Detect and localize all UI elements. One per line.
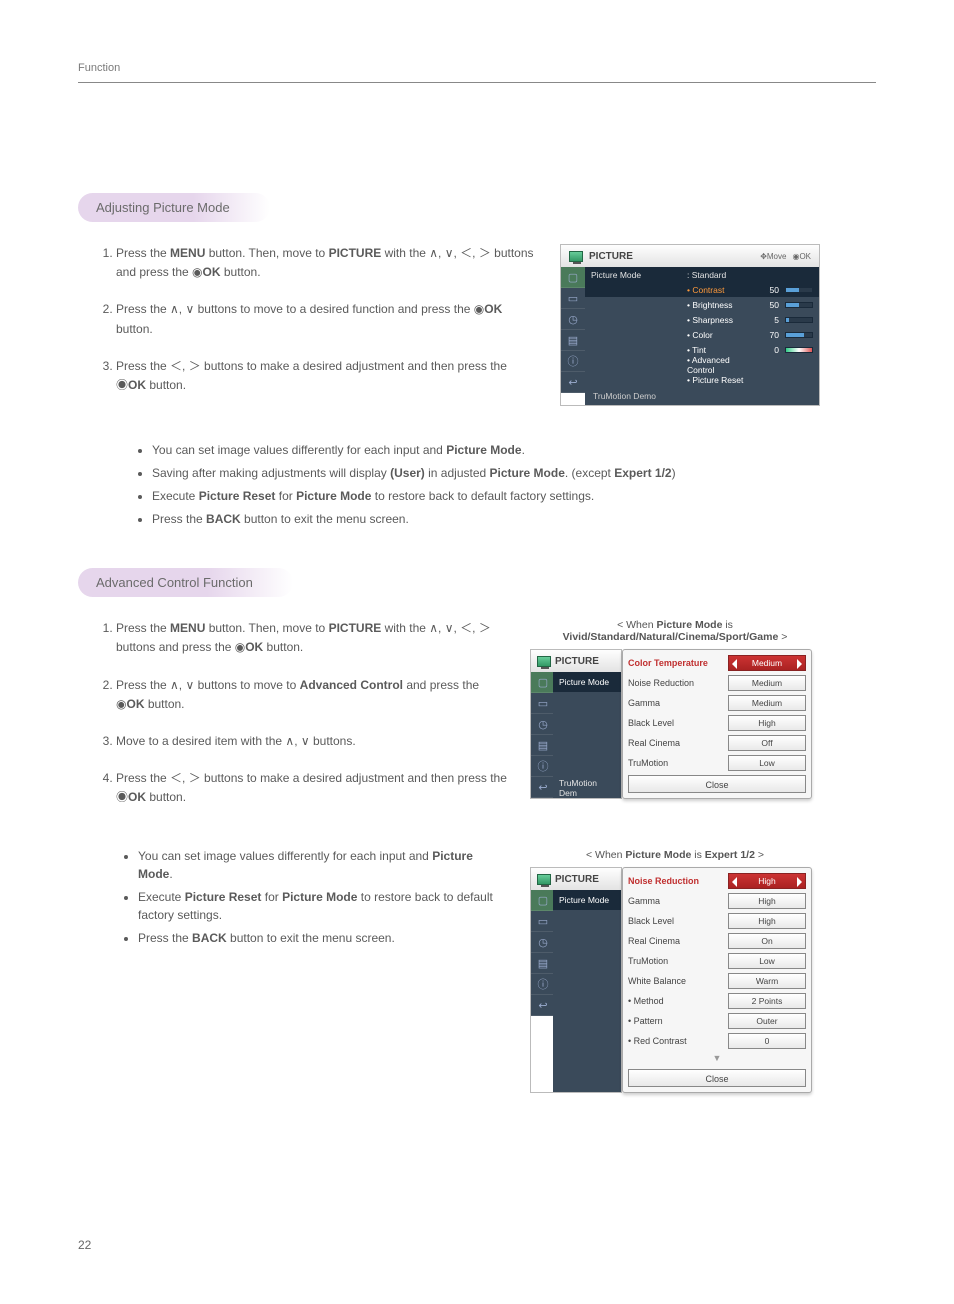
- option-tab-icon[interactable]: ▤: [531, 953, 555, 974]
- adv-option-row[interactable]: • Red Contrast0: [628, 1033, 806, 1049]
- info-tab-icon[interactable]: ⓘ: [531, 974, 555, 995]
- advanced-panel-standard: PICTURE ▢ ▭ ◷ ▤ ⓘ ↩ Picture Mode TruMoti…: [530, 649, 812, 799]
- picture-mode-row[interactable]: Picture Mode: Standard: [585, 267, 819, 282]
- section-title-adjusting: Adjusting Picture Mode: [78, 193, 270, 222]
- osd-slider-row[interactable]: • Brightness50: [585, 297, 819, 312]
- osd-hint-ok: ◉OK: [792, 252, 811, 261]
- option-tab-icon[interactable]: ▤: [561, 330, 585, 351]
- picture-tab-icon[interactable]: ▢: [561, 267, 585, 288]
- scroll-down-icon[interactable]: ▼: [628, 1053, 806, 1065]
- picture-mode-row[interactable]: Picture Mode: [553, 672, 621, 692]
- osd-titlebar: PICTURE ✥Move ◉OK: [561, 245, 819, 267]
- adv-option-row[interactable]: • Method2 Points: [628, 993, 806, 1009]
- note-item: Execute Picture Reset for Picture Mode t…: [138, 888, 508, 924]
- note-item: Press the BACK button to exit the menu s…: [138, 929, 508, 947]
- step-item: Press the MENU button. Then, move to PIC…: [116, 244, 538, 282]
- osd-text-row[interactable]: • Advanced Control: [585, 357, 819, 372]
- step-item: Press the MENU button. Then, move to PIC…: [116, 619, 508, 657]
- adv-right-panel: Color TemperatureMedium Noise ReductionMe…: [622, 649, 812, 799]
- step-item: Press the ＜, ＞ buttons to make a desired…: [116, 769, 508, 807]
- picture-mode-row[interactable]: Picture Mode: [553, 890, 621, 910]
- advanced-notes: You can set image values differently for…: [78, 847, 508, 947]
- caption-expert: < When Picture Mode is Expert 1/2 >: [530, 849, 820, 861]
- osd-slider-row[interactable]: • Sharpness5: [585, 312, 819, 327]
- advanced-panel-expert: PICTURE ▢ ▭ ◷ ▤ ⓘ ↩ Picture Mode: [530, 867, 812, 1093]
- tv-icon: [537, 656, 551, 667]
- adv-left-panel: PICTURE ▢ ▭ ◷ ▤ ⓘ ↩ Picture Mode: [530, 867, 622, 1093]
- option-tab-icon[interactable]: ▤: [531, 735, 555, 756]
- header-divider: [78, 82, 876, 83]
- adv-option-row[interactable]: Black LevelHigh: [628, 715, 806, 731]
- adv-option-row[interactable]: GammaMedium: [628, 695, 806, 711]
- osd-slider-row[interactable]: • Color70: [585, 327, 819, 342]
- osd-text-row[interactable]: • Picture Reset: [585, 372, 819, 387]
- adv-option-row[interactable]: TruMotionLow: [628, 953, 806, 969]
- adv-option-row[interactable]: Real CinemaOn: [628, 933, 806, 949]
- adv-option-row[interactable]: TruMotionLow: [628, 755, 806, 771]
- info-tab-icon[interactable]: ⓘ: [561, 351, 585, 372]
- note-item: Execute Picture Reset for Picture Mode t…: [152, 487, 876, 505]
- step-item: Move to a desired item with the ∧, ∨ but…: [116, 732, 508, 751]
- adv-option-row[interactable]: Color TemperatureMedium: [628, 655, 806, 671]
- time-tab-icon[interactable]: ◷: [561, 309, 585, 330]
- adv-option-row[interactable]: GammaHigh: [628, 893, 806, 909]
- tv-icon: [569, 251, 583, 262]
- osd-footer[interactable]: TruMotion Demo: [585, 387, 819, 405]
- adv-option-row[interactable]: Noise ReductionHigh: [628, 873, 806, 889]
- exit-tab-icon[interactable]: ↩: [531, 995, 555, 1016]
- close-button[interactable]: Close: [628, 775, 806, 793]
- picture-tab-icon[interactable]: ▢: [531, 672, 555, 693]
- osd-slider-row[interactable]: • Contrast50: [585, 282, 819, 297]
- header-section-label: Function: [78, 62, 876, 74]
- note-item: You can set image values differently for…: [138, 847, 508, 883]
- picture-tab-icon[interactable]: ▢: [531, 890, 555, 911]
- exit-tab-icon[interactable]: ↩: [561, 372, 585, 393]
- adv-left-panel: PICTURE ▢ ▭ ◷ ▤ ⓘ ↩ Picture Mode TruMoti…: [530, 649, 622, 799]
- exit-tab-icon[interactable]: ↩: [531, 777, 555, 798]
- time-tab-icon[interactable]: ◷: [531, 932, 555, 953]
- screen-tab-icon[interactable]: ▭: [531, 693, 555, 714]
- adv-option-row[interactable]: Real CinemaOff: [628, 735, 806, 751]
- screen-tab-icon[interactable]: ▭: [561, 288, 585, 309]
- info-tab-icon[interactable]: ⓘ: [531, 756, 555, 777]
- caption-standard: < When Picture Mode is Vivid/Standard/Na…: [530, 619, 820, 643]
- time-tab-icon[interactable]: ◷: [531, 714, 555, 735]
- screen-tab-icon[interactable]: ▭: [531, 911, 555, 932]
- page-number: 22: [78, 1238, 91, 1252]
- advanced-steps: Press the MENU button. Then, move to PIC…: [78, 619, 508, 807]
- adv-option-row[interactable]: White BalanceWarm: [628, 973, 806, 989]
- adv-option-row[interactable]: Black LevelHigh: [628, 913, 806, 929]
- osd-title: PICTURE: [589, 251, 633, 262]
- adv-option-row[interactable]: • PatternOuter: [628, 1013, 806, 1029]
- adjusting-steps: Press the MENU button. Then, move to PIC…: [78, 244, 538, 395]
- note-item: You can set image values differently for…: [152, 441, 876, 459]
- step-item: Press the ＜, ＞ buttons to make a desired…: [116, 357, 538, 395]
- adjusting-notes: You can set image values differently for…: [78, 441, 876, 528]
- trumotion-demo-row[interactable]: TruMotion Dem: [553, 778, 621, 798]
- note-item: Saving after making adjustments will dis…: [152, 464, 876, 482]
- section-title-advanced: Advanced Control Function: [78, 568, 293, 597]
- adv-option-row[interactable]: Noise ReductionMedium: [628, 675, 806, 691]
- step-item: Press the ∧, ∨ buttons to move to Advanc…: [116, 676, 508, 714]
- osd-picture-panel: PICTURE ✥Move ◉OK ▢ ▭ ◷ ▤ ⓘ ↩ Picture Mo…: [560, 244, 820, 406]
- osd-side-icons: ▢ ▭ ◷ ▤ ⓘ ↩: [561, 267, 585, 405]
- note-item: Press the BACK button to exit the menu s…: [152, 510, 876, 528]
- adv-right-panel: Noise ReductionHigh GammaHigh Black LevelH…: [622, 867, 812, 1093]
- osd-hint-move: ✥Move: [760, 252, 786, 261]
- step-item: Press the ∧, ∨ buttons to move to a desi…: [116, 300, 538, 338]
- close-button[interactable]: Close: [628, 1069, 806, 1087]
- tv-icon: [537, 874, 551, 885]
